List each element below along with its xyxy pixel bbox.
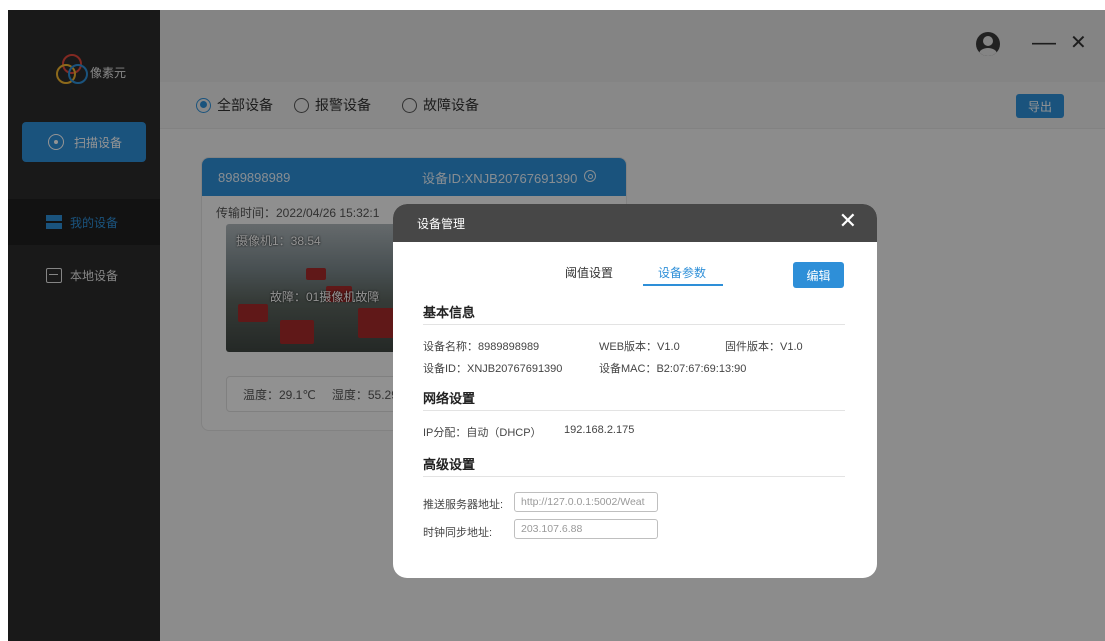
ip-mode-field: IP分配：自动（DHCP） (423, 427, 542, 439)
section-title-network: 网络设置 (423, 391, 476, 406)
app-window: 像素元 扫描设备 我的设备 本地设备 — ✕ 全部设备 报警设备 故障设备 导出… (8, 10, 1105, 641)
device-mac-field: 设备MAC：B2:07:67:69:13:90 (599, 363, 747, 375)
tab-device-parameters[interactable]: 设备参数 (658, 264, 706, 281)
dialog-header: 设备管理 ✕ (393, 204, 877, 242)
active-tab-indicator (643, 284, 723, 286)
push-server-label: 推送服务器地址: (423, 499, 504, 511)
time-sync-label: 时钟同步地址: (423, 527, 493, 539)
push-server-input[interactable]: http://127.0.0.1:5002/Weat (514, 492, 658, 512)
section-title-advanced: 高级设置 (423, 457, 476, 472)
web-version-field: WEB版本：V1.0 (599, 341, 680, 353)
dialog-title: 设备管理 (417, 216, 466, 231)
tab-threshold-settings[interactable]: 阈值设置 (565, 264, 613, 281)
device-management-dialog: 设备管理 ✕ 阈值设置 设备参数 编辑 基本信息 设备名称：8989898989… (393, 204, 877, 578)
close-icon[interactable]: ✕ (839, 208, 857, 234)
ip-address-field: 192.168.2.175 (564, 424, 635, 436)
time-sync-input[interactable]: 203.107.6.88 (514, 519, 658, 539)
section-title-basic-info: 基本信息 (423, 305, 476, 320)
section-divider (423, 324, 845, 325)
device-id-field: 设备ID：XNJB20767691390 (423, 363, 563, 375)
section-divider (423, 476, 845, 477)
edit-button[interactable]: 编辑 (793, 262, 844, 288)
device-name-field: 设备名称：8989898989 (423, 341, 540, 353)
firmware-version-field: 固件版本：V1.0 (725, 341, 803, 353)
section-divider (423, 410, 845, 411)
